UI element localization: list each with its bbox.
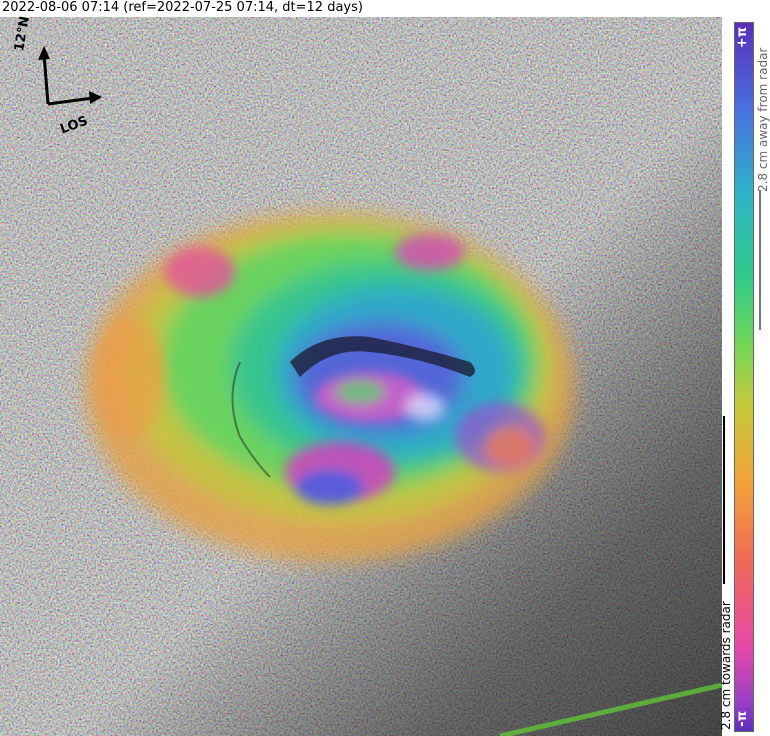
colorbar-bottom-label: -π (735, 711, 750, 727)
away-arrow (759, 190, 761, 330)
towards-arrow (723, 416, 725, 584)
interferogram-map (0, 17, 722, 736)
colorbar-away-label: 2.8 cm away from radar (756, 47, 770, 192)
colorbar-towards-label: 2.8 cm towards radar (719, 601, 733, 730)
colorbar-top-label: +π (735, 27, 750, 49)
image-title: 2022-08-06 07:14 (ref=2022-07-25 07:14, … (2, 0, 363, 15)
phase-colorbar: +π -π (734, 22, 754, 732)
